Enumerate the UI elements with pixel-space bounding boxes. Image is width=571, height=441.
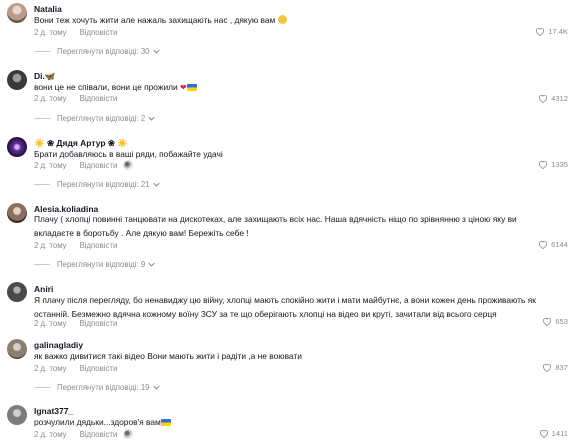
divider-line (34, 387, 50, 388)
view-replies-label: Переглянути відповіді: (57, 114, 139, 123)
heart-outline-icon (543, 363, 552, 372)
comment-text: Вони теж хочуть жити але нажаль захищают… (34, 13, 544, 27)
heart-outline-icon (539, 160, 548, 169)
ukraine-flag-emoji (186, 84, 197, 91)
avatar[interactable] (7, 203, 27, 223)
replies-count: 9 (140, 260, 146, 269)
view-replies-label: Переглянути відповіді: (57, 180, 139, 189)
reply-button[interactable]: Відповісти (80, 161, 118, 170)
creator-liked-icon (123, 160, 134, 170)
view-replies-button[interactable]: Переглянути відповіді: 21 (34, 180, 160, 189)
reply-button[interactable]: Відповісти (80, 364, 118, 373)
avatar[interactable] (7, 3, 27, 23)
replies-count: 2 (140, 114, 146, 123)
view-replies-button[interactable]: Переглянути відповіді: 30 (34, 47, 160, 56)
like-button[interactable]: 653 (542, 317, 568, 326)
like-button[interactable]: 4312 (538, 94, 568, 103)
replies-count: 30 (140, 47, 150, 56)
avatar[interactable] (7, 405, 27, 425)
flexed-biceps-emoji (277, 15, 287, 24)
avatar[interactable] (7, 339, 27, 359)
divider-line (34, 264, 50, 265)
avatar[interactable] (7, 282, 27, 302)
comment-meta: 2 д. тому Відповісти (34, 160, 134, 170)
comment-meta: 2 д. тому Відповісти (34, 364, 117, 373)
heart-outline-icon (536, 27, 545, 36)
replies-count: 19 (140, 383, 150, 392)
chevron-down-icon (148, 116, 155, 121)
heart-outline-icon (539, 429, 548, 438)
avatar[interactable] (7, 70, 27, 90)
reply-button[interactable]: Відповісти (80, 94, 118, 103)
like-button[interactable]: 17.4K (535, 27, 568, 36)
reply-button[interactable]: Відповісти (80, 28, 118, 37)
view-replies-button[interactable]: Переглянути відповіді: 19 (34, 383, 160, 392)
like-count: 653 (555, 317, 568, 326)
comment-time: 2 д. тому (34, 319, 67, 328)
heart-outline-icon (539, 94, 548, 103)
comment-time: 2 д. тому (34, 161, 67, 170)
view-replies-button[interactable]: Переглянути відповіді: 2 (34, 114, 155, 123)
comment-meta: 2 д. тому Відповісти (34, 94, 117, 103)
comment-text: вони це не співали, вони це прожили ❤ (34, 80, 544, 95)
like-count: 17.4K (548, 27, 568, 36)
comment-time: 2 д. тому (34, 28, 67, 37)
comment-meta: 2 д. тому Відповісти (34, 319, 117, 328)
heart-outline-icon (543, 317, 552, 326)
heart-outline-icon (539, 240, 548, 249)
comment-text: Плачу ( хлопці повинні танцювати на диск… (34, 214, 517, 238)
like-count: 1335 (551, 160, 568, 169)
comment-time: 2 д. тому (34, 94, 67, 103)
like-count: 837 (555, 363, 568, 372)
comment-meta: 2 д. тому Відповісти (34, 28, 117, 37)
like-button[interactable]: 1411 (539, 429, 568, 438)
divider-line (34, 51, 50, 52)
like-count: 6144 (551, 240, 568, 249)
reply-button[interactable]: Відповісти (80, 430, 118, 439)
creator-liked-icon (123, 429, 134, 439)
comment-time: 2 д. тому (34, 241, 67, 250)
reply-button[interactable]: Відповісти (80, 241, 118, 250)
comment-time: 2 д. тому (34, 430, 67, 439)
like-count: 4312 (551, 94, 568, 103)
comment-time: 2 д. тому (34, 364, 67, 373)
ukraine-flag-emoji (160, 419, 171, 426)
chevron-down-icon (152, 49, 160, 54)
avatar[interactable] (7, 137, 27, 157)
comment-text: розчулили дядьки...здоров'я вам (34, 415, 544, 429)
like-button[interactable]: 837 (542, 363, 568, 372)
comment-meta: 2 д. тому Відповісти (34, 241, 117, 250)
comment-text: як важко дивитися такі відео Вони мають … (34, 351, 302, 361)
chevron-down-icon (148, 262, 155, 267)
divider-line (34, 184, 50, 185)
comment-text: Я плачу після перегляду, бо ненавиджу цю… (34, 295, 536, 319)
like-button[interactable]: 1335 (538, 160, 568, 169)
like-count: 1411 (551, 429, 568, 438)
replies-count: 21 (140, 180, 150, 189)
comment-meta: 2 д. тому Відповісти (34, 429, 134, 439)
view-replies-label: Переглянути відповіді: (57, 383, 139, 392)
comment-text: Брати добавляюсь в ваші ряди, побажайте … (34, 149, 223, 159)
red-heart-emoji: ❤ (180, 83, 187, 92)
view-replies-label: Переглянути відповіді: (57, 260, 139, 269)
divider-line (34, 118, 50, 119)
view-replies-button[interactable]: Переглянути відповіді: 9 (34, 260, 155, 269)
chevron-down-icon (152, 385, 160, 390)
chevron-down-icon (152, 182, 160, 187)
reply-button[interactable]: Відповісти (80, 319, 118, 328)
view-replies-label: Переглянути відповіді: (57, 47, 139, 56)
like-button[interactable]: 6144 (538, 240, 568, 249)
